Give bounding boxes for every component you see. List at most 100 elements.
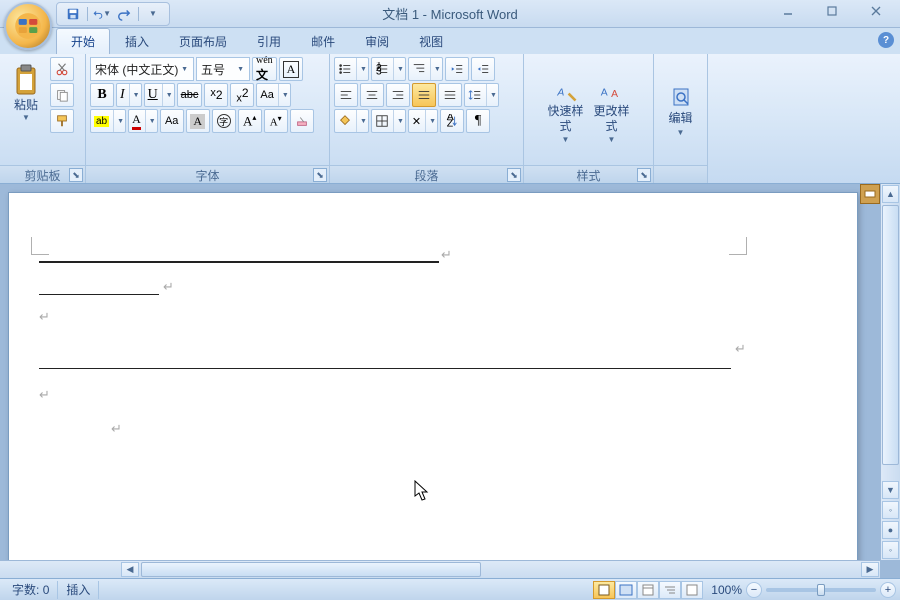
- zoom-slider[interactable]: [766, 588, 876, 592]
- scroll-right-button[interactable]: ▶: [861, 562, 879, 577]
- zoom-controls: 100% − +: [711, 582, 896, 598]
- align-left-button[interactable]: [334, 83, 358, 107]
- window-title: 文档 1 - Microsoft Word: [382, 4, 518, 23]
- svg-text:A: A: [556, 87, 564, 98]
- qat-customize[interactable]: ▼: [143, 5, 163, 23]
- scroll-down-button[interactable]: ▼: [882, 481, 899, 499]
- align-right-button[interactable]: [386, 83, 410, 107]
- shrink-font-button[interactable]: A▾: [264, 109, 288, 133]
- borders-button[interactable]: ▼: [371, 109, 406, 133]
- document-page[interactable]: ↵ ↵ ↵ ↵ ↵ ↵: [8, 192, 858, 560]
- tab-view[interactable]: 视图: [404, 28, 458, 54]
- show-marks-button[interactable]: ¶: [466, 109, 490, 133]
- save-button[interactable]: [63, 5, 83, 23]
- web-layout-view[interactable]: [637, 581, 659, 599]
- title-bar: ▼ ▼ 文档 1 - Microsoft Word: [0, 0, 900, 28]
- scroll-left-button[interactable]: ◀: [121, 562, 139, 577]
- draft-view[interactable]: [681, 581, 703, 599]
- scroll-up-button[interactable]: ▲: [882, 185, 899, 203]
- copy-button[interactable]: [50, 83, 74, 107]
- underline-button[interactable]: U▼: [144, 83, 175, 107]
- undo-button[interactable]: ▼: [92, 5, 112, 23]
- quick-styles-button[interactable]: A 快速样式▼: [544, 75, 588, 147]
- outline-view[interactable]: [659, 581, 681, 599]
- change-case-button[interactable]: Aa▼: [256, 83, 290, 107]
- tab-pagelayout[interactable]: 页面布局: [164, 28, 242, 54]
- decrease-indent-button[interactable]: [445, 57, 469, 81]
- group-label: [654, 165, 707, 183]
- horizontal-scrollbar[interactable]: ◀ ▶: [0, 560, 880, 578]
- highlight-button[interactable]: ab▼: [90, 109, 126, 133]
- insert-mode[interactable]: 插入: [58, 581, 99, 599]
- format-painter-button[interactable]: [50, 109, 74, 133]
- print-layout-view[interactable]: [593, 581, 615, 599]
- tab-references[interactable]: 引用: [242, 28, 296, 54]
- enclose-circle-button[interactable]: 字: [212, 109, 236, 133]
- zoom-level[interactable]: 100%: [711, 583, 742, 597]
- close-button[interactable]: [854, 0, 898, 22]
- multilevel-list-button[interactable]: ▼: [408, 57, 443, 81]
- distributed-button[interactable]: [438, 83, 462, 107]
- italic-button[interactable]: I▼: [116, 83, 142, 107]
- increase-indent-button[interactable]: [471, 57, 495, 81]
- tab-mailings[interactable]: 邮件: [296, 28, 350, 54]
- scroll-thumb[interactable]: [882, 205, 899, 465]
- tab-home[interactable]: 开始: [56, 28, 110, 54]
- maximize-button[interactable]: [810, 0, 854, 22]
- strikethrough-button[interactable]: abc: [177, 83, 203, 107]
- vertical-scrollbar[interactable]: ▲ ▼ ◦ ● ◦: [880, 184, 900, 560]
- group-label: 字体⬊: [86, 165, 329, 183]
- dialog-launcher[interactable]: ⬊: [313, 168, 327, 182]
- redo-button[interactable]: [114, 5, 134, 23]
- scroll-thumb[interactable]: [141, 562, 481, 577]
- minimize-button[interactable]: [766, 0, 810, 22]
- editing-button[interactable]: 编辑▼: [660, 75, 702, 147]
- phonetic-guide-button[interactable]: wén文: [252, 57, 277, 81]
- tab-insert[interactable]: 插入: [110, 28, 164, 54]
- cut-button[interactable]: [50, 57, 74, 81]
- shading-button[interactable]: ▼: [334, 109, 369, 133]
- next-page-button[interactable]: ◦: [882, 541, 899, 559]
- paste-button[interactable]: 粘贴 ▼: [4, 57, 48, 129]
- scroll-track[interactable]: [482, 561, 860, 578]
- office-button[interactable]: [4, 2, 52, 50]
- numbering-button[interactable]: 123▼: [371, 57, 406, 81]
- document-area: ↵ ↵ ↵ ↵ ↵ ↵ ▲ ▼ ◦ ● ◦ ◀ ▶: [0, 184, 900, 578]
- sort-button[interactable]: AZ: [440, 109, 464, 133]
- line-spacing-button[interactable]: ▼: [464, 83, 499, 107]
- group-label: 样式⬊: [524, 165, 653, 183]
- word-count[interactable]: 字数: 0: [4, 581, 58, 599]
- view-buttons: [593, 581, 703, 599]
- full-screen-view[interactable]: [615, 581, 637, 599]
- paste-label: 粘贴: [14, 98, 38, 112]
- enclose-characters-button[interactable]: A: [186, 109, 210, 133]
- scroll-track[interactable]: [881, 466, 900, 480]
- dialog-launcher[interactable]: ⬊: [69, 168, 83, 182]
- font-color-button[interactable]: A▼: [128, 109, 158, 133]
- clear-formatting-button[interactable]: [290, 109, 314, 133]
- character-shading-button[interactable]: Aa: [160, 109, 184, 133]
- character-border-button[interactable]: A: [279, 57, 304, 81]
- dialog-launcher[interactable]: ⬊: [637, 168, 651, 182]
- ruler-toggle[interactable]: [860, 184, 880, 204]
- align-center-button[interactable]: [360, 83, 384, 107]
- subscript-button[interactable]: x2: [204, 83, 228, 107]
- font-name-combo[interactable]: 宋体 (中文正文)▼: [90, 57, 194, 81]
- zoom-out-button[interactable]: −: [746, 582, 762, 598]
- help-button[interactable]: ?: [878, 32, 894, 48]
- zoom-thumb[interactable]: [817, 584, 825, 596]
- zoom-in-button[interactable]: +: [880, 582, 896, 598]
- prev-page-button[interactable]: ◦: [882, 501, 899, 519]
- grow-font-button[interactable]: A▴: [238, 109, 262, 133]
- bold-button[interactable]: B: [90, 83, 114, 107]
- asian-layout-button[interactable]: ✕▼: [408, 109, 438, 133]
- document-viewport[interactable]: ↵ ↵ ↵ ↵ ↵ ↵: [0, 184, 880, 560]
- change-styles-button[interactable]: AA 更改样式▼: [590, 75, 634, 147]
- tab-review[interactable]: 审阅: [350, 28, 404, 54]
- superscript-button[interactable]: x2: [230, 83, 254, 107]
- browse-object-button[interactable]: ●: [882, 521, 899, 539]
- font-size-combo[interactable]: 五号▼: [196, 57, 250, 81]
- dialog-launcher[interactable]: ⬊: [507, 168, 521, 182]
- bullets-button[interactable]: ▼: [334, 57, 369, 81]
- justify-button[interactable]: [412, 83, 436, 107]
